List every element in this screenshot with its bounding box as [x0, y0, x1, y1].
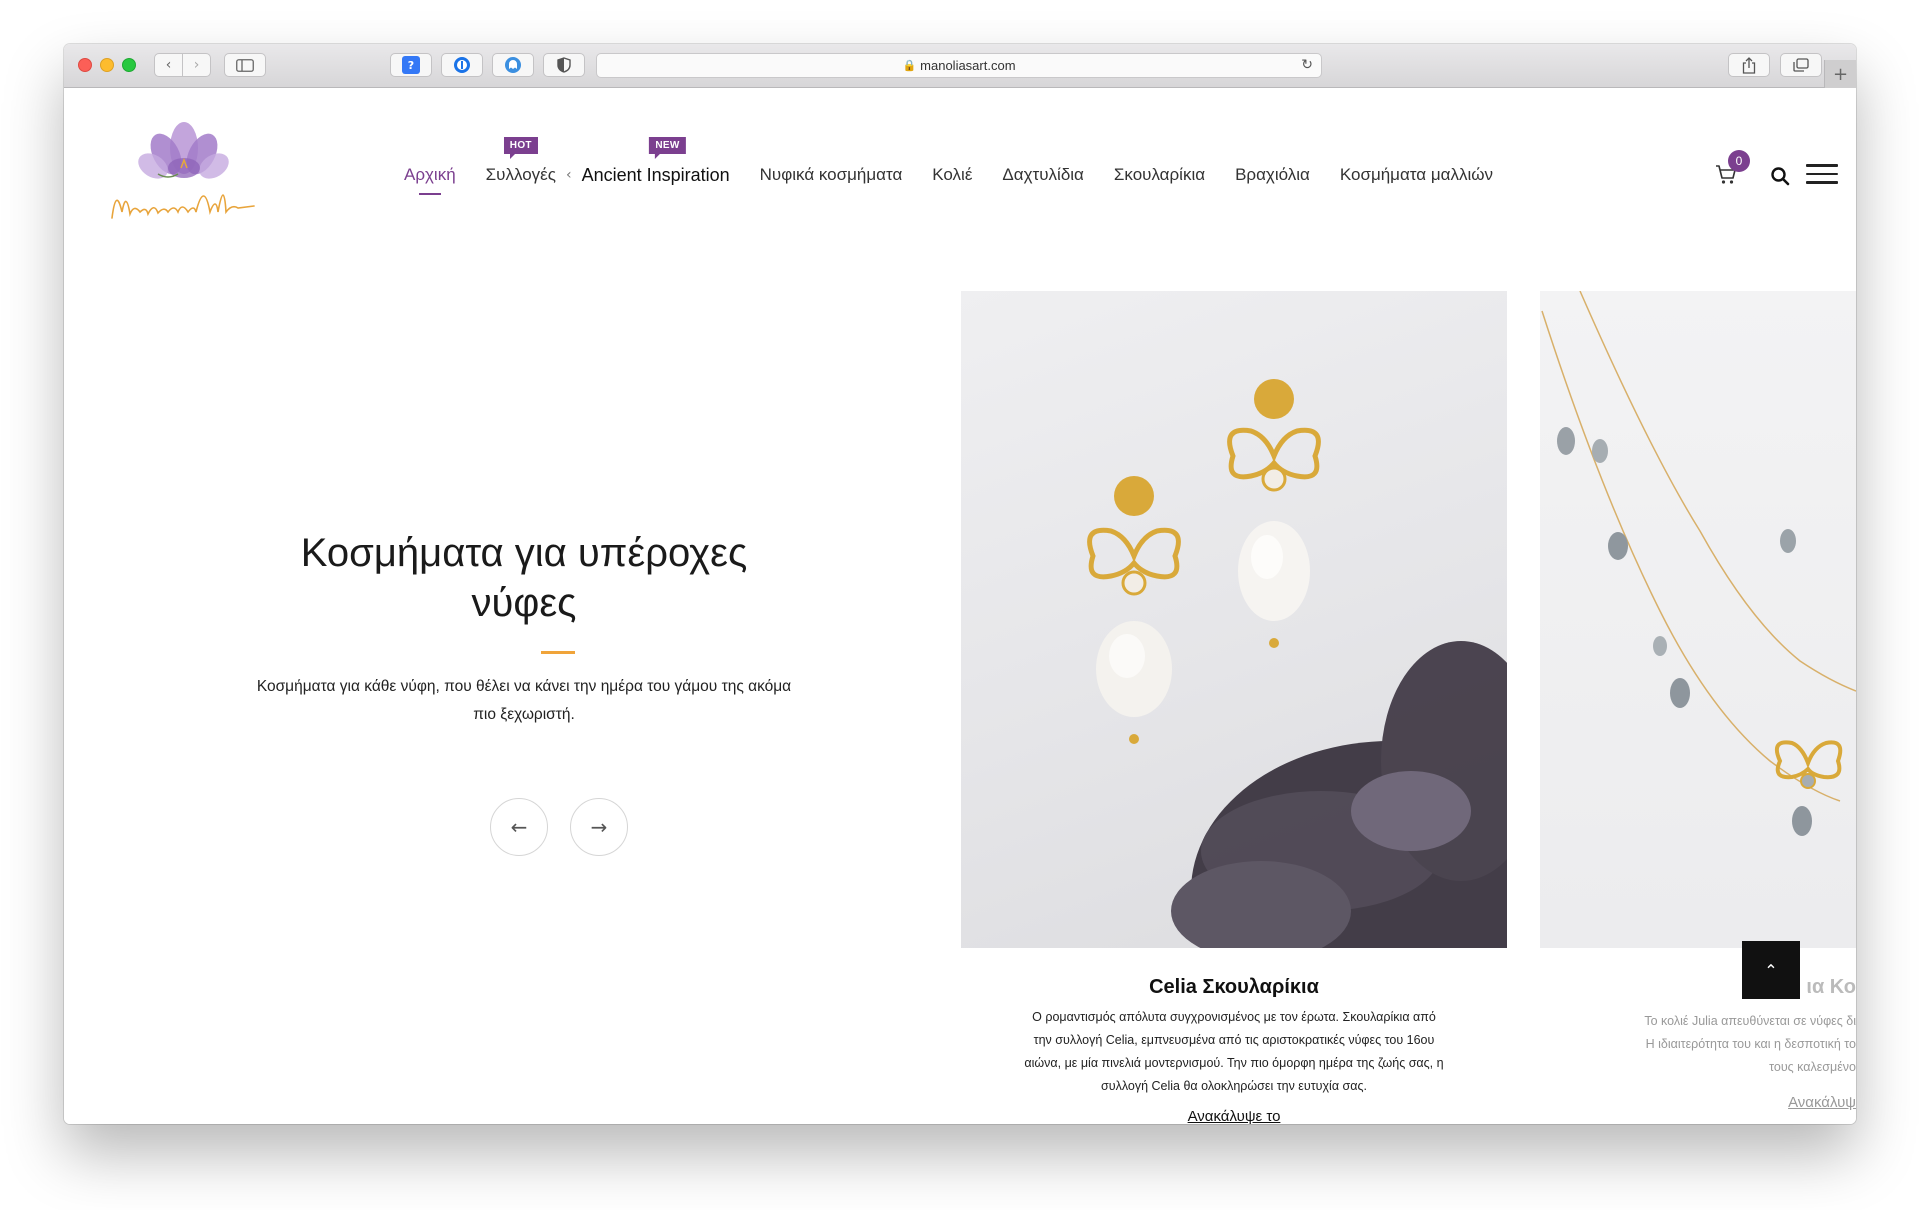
close-window-button[interactable]	[78, 58, 92, 72]
slide-description-line: Η ιδιαιτερότητα του και η δεσποτική το	[1645, 1037, 1856, 1051]
hero-title: Κοσμήματα για υπέροχες νύφες	[300, 531, 748, 625]
arrow-left-icon: ←	[510, 815, 528, 839]
hot-badge: HOT	[503, 137, 538, 159]
tabs-icon	[1793, 58, 1809, 72]
slide-description: Ο ρομαντισμός απόλυτα συγχρονισμένος με …	[1024, 1010, 1444, 1093]
hero-subtitle: Κοσμήματα για κάθε νύφη, που θέλει να κά…	[256, 678, 792, 723]
password-manager-icon	[454, 57, 470, 73]
chevron-left-icon: ‹	[165, 57, 172, 73]
slider-prev-button[interactable]: ←	[490, 798, 548, 856]
share-icon	[1742, 56, 1756, 74]
slide-image-celia-earrings[interactable]	[961, 291, 1507, 948]
chevron-up-icon: ⌃	[1764, 960, 1778, 980]
new-badge: NEW	[649, 136, 686, 159]
extension-help-button[interactable]: ?	[390, 53, 432, 77]
slide-description: Το κολιέ Julia απευθύνεται σε νύφες δι Η…	[1540, 1010, 1856, 1079]
shield-icon	[557, 57, 571, 73]
nav-item-ancient-inspiration-label: Ancient Inspiration	[581, 164, 730, 185]
share-button[interactable]	[1728, 53, 1770, 77]
sidebar-icon	[236, 58, 254, 72]
site-logo[interactable]	[108, 108, 258, 228]
hamburger-icon	[1806, 164, 1838, 184]
chevron-left-icon[interactable]: ‹	[566, 167, 572, 183]
plus-icon: +	[1832, 63, 1849, 85]
slide-title: Celia Σκουλαρίκια	[1149, 976, 1319, 998]
show-tabs-button[interactable]	[1780, 53, 1822, 77]
back-button[interactable]: ‹	[154, 53, 183, 77]
nav-item-bridal-jewelry[interactable]: Νυφικά κοσμήματα	[760, 165, 903, 185]
reload-icon[interactable]: ↻	[1301, 57, 1313, 73]
slide-description-line: τους καλεσμένο	[1769, 1060, 1856, 1074]
nav-item-hair-jewelry[interactable]: Κοσμήματα μαλλιών	[1340, 165, 1493, 185]
nav-item-earrings[interactable]: Σκουλαρίκια	[1114, 165, 1205, 185]
slide-image-julia-necklace[interactable]	[1540, 291, 1856, 948]
ghost-icon	[505, 57, 521, 73]
chevron-right-icon: ›	[193, 57, 200, 73]
cart-count-badge: 0	[1728, 150, 1750, 172]
extension-shield-button[interactable]	[543, 53, 585, 77]
slider-next-button[interactable]: →	[570, 798, 628, 856]
help-icon: ?	[402, 56, 420, 74]
zoom-window-button[interactable]	[122, 58, 136, 72]
nav-item-collections[interactable]: Συλλογές HOT	[485, 137, 556, 185]
slide-description-line: Το κολιέ Julia απευθύνεται σε νύφες δι	[1644, 1014, 1856, 1028]
search-button[interactable]	[1770, 166, 1792, 188]
lock-icon: 🔒	[902, 59, 917, 72]
extension-ghostery-button[interactable]	[492, 53, 534, 77]
sidebar-toggle-button[interactable]	[224, 53, 266, 77]
browser-toolbar: ‹ › ? 🔒 manoliasart.com ↻ +	[64, 44, 1856, 88]
page-content: Αρχική Συλλογές HOT ‹ Ancient Inspiratio…	[64, 88, 1856, 1124]
cart-button[interactable]: 0	[1714, 150, 1750, 188]
url-text: manoliasart.com	[920, 58, 1016, 73]
nav-item-collections-label: Συλλογές	[485, 165, 556, 184]
discover-link[interactable]: Ανακάλυψ	[1540, 1094, 1856, 1111]
nav-item-bracelets[interactable]: Βραχιόλια	[1235, 165, 1310, 185]
magnolia-logo-icon	[111, 122, 255, 219]
forward-button[interactable]: ›	[182, 53, 211, 77]
nav-item-home[interactable]: Αρχική	[404, 165, 456, 185]
nav-item-ancient-inspiration[interactable]: Ancient Inspiration NEW	[581, 136, 730, 186]
header-actions: 0	[1714, 150, 1844, 190]
arrow-right-icon: →	[590, 815, 608, 839]
search-icon	[1771, 167, 1790, 186]
discover-link[interactable]: Ανακάλυψε το	[961, 1108, 1507, 1124]
menu-button[interactable]	[1806, 164, 1838, 186]
minimize-window-button[interactable]	[100, 58, 114, 72]
main-navigation: Αρχική Συλλογές HOT ‹ Ancient Inspiratio…	[404, 136, 1523, 190]
extension-password-button[interactable]	[441, 53, 483, 77]
browser-window: ‹ › ? 🔒 manoliasart.com ↻ + Αρχική Συλλο…	[64, 44, 1856, 1124]
new-tab-button[interactable]: +	[1824, 60, 1856, 88]
address-bar[interactable]: 🔒 manoliasart.com ↻	[596, 53, 1322, 78]
hero-divider	[541, 651, 575, 654]
back-to-top-button[interactable]: ⌃	[1742, 941, 1800, 999]
slide-title: ια Κο	[1806, 976, 1856, 998]
nav-item-rings[interactable]: Δαχτυλίδια	[1002, 165, 1083, 185]
nav-item-necklaces[interactable]: Κολιέ	[932, 165, 972, 185]
